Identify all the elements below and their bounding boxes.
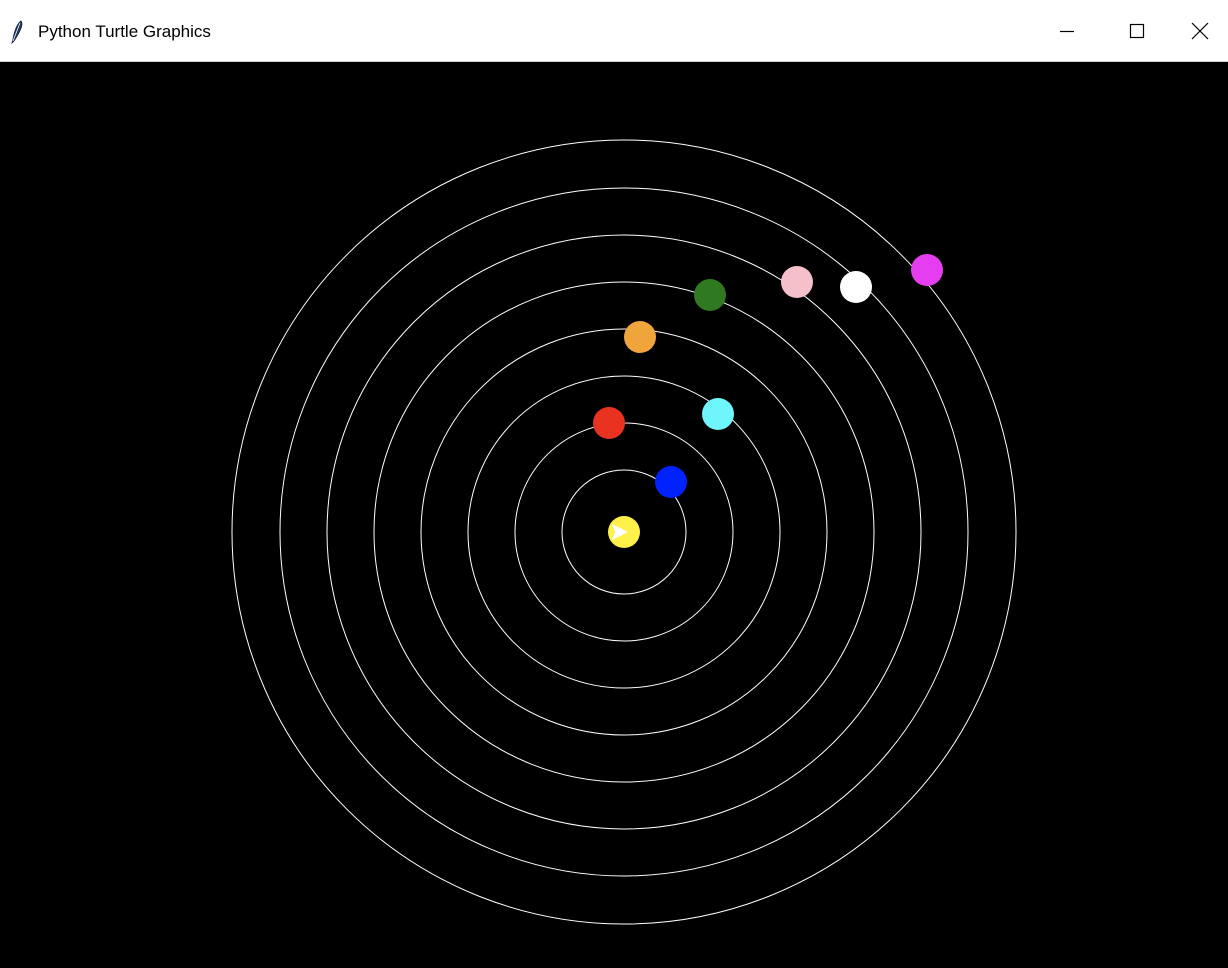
window-title: Python Turtle Graphics [38, 22, 211, 41]
minimize-button[interactable] [1032, 0, 1102, 62]
minimize-icon [1059, 23, 1075, 39]
feather-icon [8, 20, 26, 45]
orange-planet [624, 321, 656, 353]
turtle-window: Python Turtle Graphics [0, 0, 1228, 968]
blue-planet [655, 466, 687, 498]
green-planet [694, 279, 726, 311]
magenta-planet [911, 254, 943, 286]
cyan-planet [702, 398, 734, 430]
pink-planet [781, 266, 813, 298]
maximize-icon [1129, 23, 1145, 39]
red-planet [593, 407, 625, 439]
solar-system-drawing [231, 139, 1017, 925]
title-bar[interactable]: Python Turtle Graphics [0, 0, 1228, 62]
white-planet [840, 271, 872, 303]
close-button[interactable] [1172, 0, 1228, 62]
maximize-button[interactable] [1102, 0, 1172, 62]
turtle-canvas [0, 62, 1228, 968]
close-icon [1191, 22, 1209, 40]
